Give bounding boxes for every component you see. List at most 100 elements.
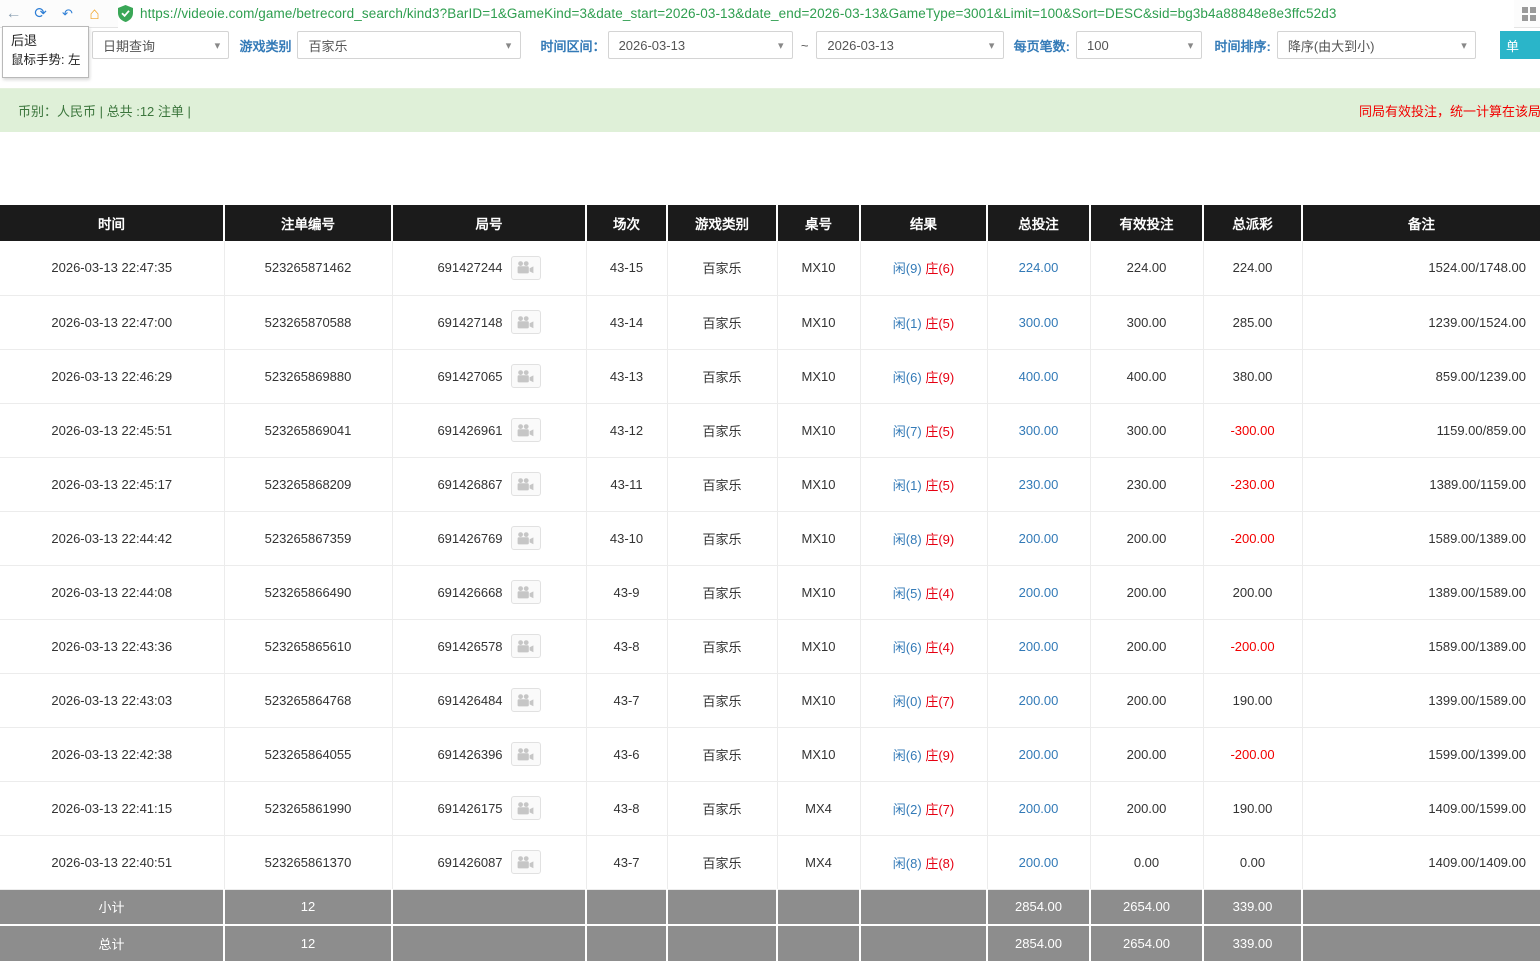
total-bet-link[interactable]: 200.00 — [1019, 855, 1059, 870]
table-row: 2026-03-13 22:45:51523265869041691426961… — [0, 403, 1540, 457]
cell-round: 691426668 — [392, 565, 586, 619]
cell-game: 百家乐 — [667, 781, 777, 835]
date-end-select[interactable]: 2026-03-13 ▾ — [816, 31, 1003, 59]
game-category-select[interactable]: 百家乐 ▾ — [297, 31, 520, 59]
cell-game: 百家乐 — [667, 349, 777, 403]
video-icon[interactable] — [511, 580, 541, 604]
cell-note: 859.00/1239.00 — [1302, 349, 1540, 403]
video-icon[interactable] — [511, 256, 541, 280]
cell-round: 691426769 — [392, 511, 586, 565]
browser-chrome: ← ⟳ ↶ ⌂ https://videoie.com/game/betreco… — [0, 0, 1540, 28]
cell-game: 百家乐 — [667, 565, 777, 619]
table-row: 2026-03-13 22:40:51523265861370691426087… — [0, 835, 1540, 889]
total-bet-link[interactable]: 230.00 — [1019, 477, 1059, 492]
cell-total-bet[interactable]: 200.00 — [987, 511, 1090, 565]
cell-total-bet[interactable]: 200.00 — [987, 673, 1090, 727]
total-bet-link[interactable]: 200.00 — [1019, 585, 1059, 600]
total-bet-link[interactable]: 200.00 — [1019, 693, 1059, 708]
cell-session: 43-15 — [586, 241, 667, 295]
date-query-select[interactable]: 日期查询 ▾ — [92, 31, 229, 59]
address-bar[interactable]: https://videoie.com/game/betrecord_searc… — [118, 0, 1514, 28]
back-icon[interactable]: ← — [0, 0, 27, 28]
cell-total-bet[interactable]: 200.00 — [987, 835, 1090, 889]
cell-payout: 200.00 — [1203, 565, 1302, 619]
cell-session: 43-13 — [586, 349, 667, 403]
cell-time: 2026-03-13 22:43:36 — [0, 619, 224, 673]
cell-time: 2026-03-13 22:47:35 — [0, 241, 224, 295]
round-number: 691427065 — [437, 369, 502, 384]
video-icon[interactable] — [511, 364, 541, 388]
home-icon[interactable]: ⌂ — [81, 0, 108, 28]
cell-total-bet[interactable]: 300.00 — [987, 403, 1090, 457]
cell-session: 43-7 — [586, 835, 667, 889]
total-bet-link[interactable]: 400.00 — [1019, 369, 1059, 384]
cell-total-bet[interactable]: 230.00 — [987, 457, 1090, 511]
total-bet-link[interactable]: 200.00 — [1019, 531, 1059, 546]
table-row: 2026-03-13 22:43:03523265864768691426484… — [0, 673, 1540, 727]
header-total-bet: 总投注 — [987, 205, 1090, 241]
cell-total-bet[interactable]: 200.00 — [987, 619, 1090, 673]
cell-round: 691427244 — [392, 241, 586, 295]
cell-note: 1524.00/1748.00 — [1302, 241, 1540, 295]
result-player: 闲(0) — [893, 694, 922, 709]
total-bet-link[interactable]: 300.00 — [1019, 423, 1059, 438]
cell-total-bet[interactable]: 200.00 — [987, 781, 1090, 835]
video-icon[interactable] — [511, 850, 541, 874]
cell-payout: -200.00 — [1203, 619, 1302, 673]
sort-select[interactable]: 降序(由大到小) ▾ — [1277, 31, 1476, 59]
cell-result: 闲(1) 庄(5) — [860, 295, 987, 349]
result-banker: 庄(7) — [925, 694, 954, 709]
per-page-select[interactable]: 100 ▾ — [1076, 31, 1202, 59]
cell-valid-bet: 200.00 — [1090, 781, 1203, 835]
round-number: 691426578 — [437, 639, 502, 654]
date-start-select[interactable]: 2026-03-13 ▾ — [608, 31, 793, 59]
total-bet-link[interactable]: 200.00 — [1019, 747, 1059, 762]
video-icon[interactable] — [511, 796, 541, 820]
cell-note: 1389.00/1159.00 — [1302, 457, 1540, 511]
cell-payout: 380.00 — [1203, 349, 1302, 403]
video-icon[interactable] — [511, 472, 541, 496]
cell-valid-bet: 200.00 — [1090, 511, 1203, 565]
cell-total-bet[interactable]: 224.00 — [987, 241, 1090, 295]
subtotal-label: 小计 — [0, 889, 224, 925]
cell-valid-bet: 200.00 — [1090, 727, 1203, 781]
result-player: 闲(6) — [893, 748, 922, 763]
reload-icon[interactable]: ⟳ — [27, 0, 54, 28]
cell-session: 43-9 — [586, 565, 667, 619]
cell-result: 闲(8) 庄(8) — [860, 835, 987, 889]
cell-total-bet[interactable]: 300.00 — [987, 295, 1090, 349]
apps-grid-icon[interactable] — [1522, 7, 1536, 21]
header-table: 桌号 — [777, 205, 860, 241]
total-bet-link[interactable]: 224.00 — [1019, 260, 1059, 275]
cell-result: 闲(0) 庄(7) — [860, 673, 987, 727]
cell-time: 2026-03-13 22:41:15 — [0, 781, 224, 835]
cell-note: 1159.00/859.00 — [1302, 403, 1540, 457]
total-bet-link[interactable]: 300.00 — [1019, 315, 1059, 330]
video-icon[interactable] — [511, 634, 541, 658]
video-icon[interactable] — [511, 310, 541, 334]
cell-game: 百家乐 — [667, 295, 777, 349]
cell-time: 2026-03-13 22:40:51 — [0, 835, 224, 889]
cell-round: 691426087 — [392, 835, 586, 889]
cell-round: 691426396 — [392, 727, 586, 781]
total-bet-link[interactable]: 200.00 — [1019, 639, 1059, 654]
search-button[interactable]: 单 — [1500, 31, 1540, 59]
video-icon[interactable] — [511, 688, 541, 712]
undo-icon[interactable]: ↶ — [54, 0, 81, 28]
cell-round: 691426175 — [392, 781, 586, 835]
result-banker: 庄(6) — [925, 261, 954, 276]
cell-total-bet[interactable]: 200.00 — [987, 727, 1090, 781]
cell-result: 闲(1) 庄(5) — [860, 457, 987, 511]
video-icon[interactable] — [511, 526, 541, 550]
total-bet-link[interactable]: 200.00 — [1019, 801, 1059, 816]
total-total-bet: 2854.00 — [987, 925, 1090, 961]
cell-total-bet[interactable]: 400.00 — [987, 349, 1090, 403]
cell-note: 1409.00/1599.00 — [1302, 781, 1540, 835]
result-player: 闲(2) — [893, 802, 922, 817]
video-icon[interactable] — [511, 418, 541, 442]
result-banker: 庄(4) — [925, 586, 954, 601]
cell-table: MX4 — [777, 781, 860, 835]
video-icon[interactable] — [511, 742, 541, 766]
cell-result: 闲(8) 庄(9) — [860, 511, 987, 565]
cell-total-bet[interactable]: 200.00 — [987, 565, 1090, 619]
